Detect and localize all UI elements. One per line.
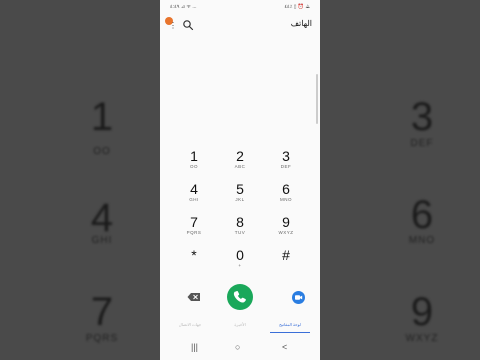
key-6[interactable]: 6 MNO	[263, 181, 309, 211]
back-icon[interactable]: <	[282, 342, 287, 352]
key-star[interactable]: *	[171, 247, 217, 277]
status-bar: ٤:٤٩ ⊿ ᯤ ... ٤٤٪ ▯ ⏰ ⟁	[160, 0, 320, 14]
key-2[interactable]: 2 ABC	[217, 148, 263, 178]
phone-icon	[233, 290, 246, 303]
more-options-icon[interactable]: ⋮	[169, 22, 177, 30]
bg-digit: 9	[410, 290, 434, 334]
bg-sub: MNO	[408, 235, 436, 246]
key-5[interactable]: 5 JKL	[217, 181, 263, 211]
key-7[interactable]: 7 PQRS	[171, 214, 217, 244]
backspace-icon[interactable]	[187, 292, 201, 302]
action-row	[160, 283, 320, 311]
scrollbar[interactable]	[316, 74, 318, 124]
bg-sub: DEF	[410, 138, 434, 149]
background-left: 1 OO 4 GHI 7 PQRS	[0, 0, 160, 360]
phone-screen: ٤:٤٩ ⊿ ᯤ ... ٤٤٪ ▯ ⏰ ⟁ ⋮ الهاتف 1 OO 2 ABC…	[160, 0, 320, 360]
bg-sub: PQRS	[85, 333, 119, 344]
bg-digit: 7	[90, 290, 114, 334]
key-9[interactable]: 9 WXYZ	[263, 214, 309, 244]
key-hash[interactable]: #	[263, 247, 309, 277]
bg-sub: GHI	[91, 235, 113, 246]
home-icon[interactable]: ○	[235, 342, 240, 352]
search-icon[interactable]	[182, 19, 194, 31]
bg-digit: 1	[90, 95, 114, 139]
tab-recents[interactable]: الأخيرة	[220, 322, 260, 332]
status-left: ٤:٤٩ ⊿ ᯤ ...	[170, 4, 197, 10]
bg-digit: 6	[410, 193, 434, 237]
bg-sub: OO	[93, 146, 111, 157]
tab-keypad[interactable]: لوحة المفاتيح	[270, 322, 310, 333]
background-right-real: 3 DEF 6 MNO 9 WXYZ	[320, 0, 480, 360]
call-button[interactable]	[227, 284, 253, 310]
top-bar: ⋮ الهاتف	[160, 14, 320, 36]
key-3[interactable]: 3 DEF	[263, 148, 309, 178]
status-right: ٤٤٪ ▯ ⏰ ⟁	[284, 4, 310, 10]
bg-digit: 3	[410, 95, 434, 139]
recent-apps-icon[interactable]: |||	[191, 342, 198, 352]
tab-contacts[interactable]: جهات الاتصال	[170, 322, 210, 332]
navigation-bar: ||| ○ <	[160, 338, 320, 360]
app-title: الهاتف	[290, 19, 312, 28]
key-8[interactable]: 8 TUV	[217, 214, 263, 244]
bg-sub: WXYZ	[405, 333, 439, 344]
video-call-icon[interactable]	[292, 291, 305, 304]
key-1[interactable]: 1 OO	[171, 148, 217, 178]
bottom-tabs: جهات الاتصال الأخيرة لوحة المفاتيح	[160, 322, 320, 334]
key-0[interactable]: 0 +	[217, 247, 263, 277]
key-4[interactable]: 4 GHI	[171, 181, 217, 211]
